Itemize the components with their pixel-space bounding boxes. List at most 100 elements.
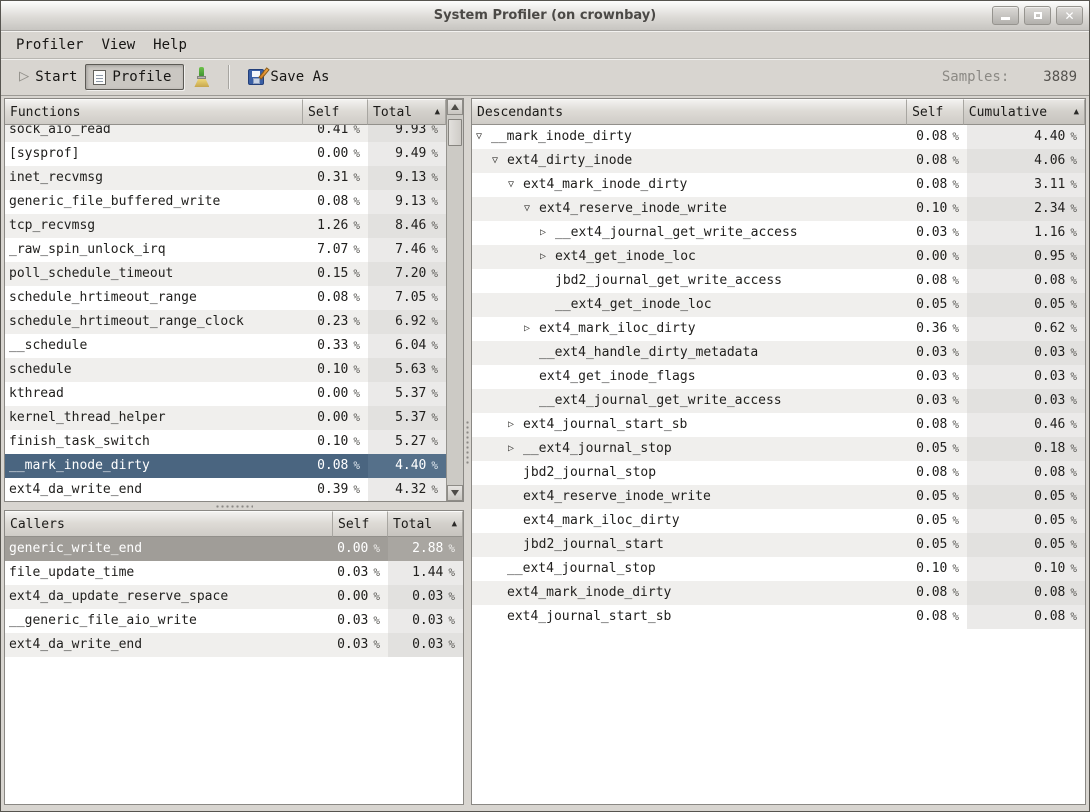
expander-closed-icon[interactable]: ▷: [508, 437, 523, 461]
table-row[interactable]: __mark_inode_dirty0.08%4.40%: [5, 454, 446, 478]
function-name: ext4_journal_start_sb: [507, 605, 671, 629]
table-row[interactable]: ext4_da_write_end0.39%4.32%: [5, 478, 446, 501]
table-row[interactable]: ▷ext4_mark_iloc_dirty0.36%0.62%: [472, 317, 1085, 341]
scrollbar-down-button[interactable]: [447, 485, 463, 501]
table-row[interactable]: schedule_hrtimeout_range0.08%7.05%: [5, 286, 446, 310]
table-row[interactable]: ▷__ext4_journal_get_write_access0.03%1.1…: [472, 221, 1085, 245]
expander-closed-icon[interactable]: ▷: [508, 413, 523, 437]
percent-number: 0.03: [337, 633, 368, 657]
self-value: 0.03%: [910, 341, 967, 365]
total-value: 5.37%: [368, 406, 446, 430]
table-row[interactable]: poll_schedule_timeout0.15%7.20%: [5, 262, 446, 286]
table-row[interactable]: __ext4_get_inode_loc0.05%0.05%: [472, 293, 1085, 317]
column-header-total[interactable]: Total▲: [368, 99, 446, 125]
descendants-rows: ▽__mark_inode_dirty0.08%4.40%▽ext4_dirty…: [472, 125, 1085, 804]
minimize-button[interactable]: [992, 6, 1019, 25]
table-row[interactable]: ext4_journal_start_sb0.08%0.08%: [472, 605, 1085, 629]
table-row[interactable]: jbd2_journal_start0.05%0.05%: [472, 533, 1085, 557]
table-row[interactable]: ext4_get_inode_flags0.03%0.03%: [472, 365, 1085, 389]
table-row[interactable]: generic_file_buffered_write0.08%9.13%: [5, 190, 446, 214]
table-row[interactable]: kernel_thread_helper0.00%5.37%: [5, 406, 446, 430]
percent-number: 0.03: [412, 609, 443, 633]
splitter-grip-icon: [465, 420, 470, 466]
percent-number: 0.95: [1034, 245, 1065, 269]
table-row[interactable]: [sysprof]0.00%9.49%: [5, 142, 446, 166]
table-row[interactable]: __ext4_journal_stop0.10%0.10%: [472, 557, 1085, 581]
table-row[interactable]: ▷ext4_journal_start_sb0.08%0.46%: [472, 413, 1085, 437]
table-row[interactable]: ext4_mark_inode_dirty0.08%0.08%: [472, 581, 1085, 605]
table-row[interactable]: ▽ext4_reserve_inode_write0.10%2.34%: [472, 197, 1085, 221]
table-row[interactable]: sock_aio_read0.41%9.93%: [5, 125, 446, 142]
column-header-descendants[interactable]: Descendants: [472, 99, 907, 125]
table-row[interactable]: _raw_spin_unlock_irq7.07%7.46%: [5, 238, 446, 262]
column-header-self[interactable]: Self: [333, 511, 388, 537]
table-row[interactable]: ext4_da_update_reserve_space0.00%0.03%: [5, 585, 463, 609]
column-header-cumulative[interactable]: Cumulative▲: [964, 99, 1085, 125]
percent-sign: %: [952, 485, 959, 509]
table-row[interactable]: schedule_hrtimeout_range_clock0.23%6.92%: [5, 310, 446, 334]
table-row[interactable]: ▷ext4_get_inode_loc0.00%0.95%: [472, 245, 1085, 269]
profile-toggle-button[interactable]: Profile: [85, 64, 184, 90]
functions-panel: FunctionsSelfTotal▲ sock_aio_read0.41%9.…: [4, 98, 464, 502]
table-row[interactable]: ▽ext4_mark_inode_dirty0.08%3.11%: [472, 173, 1085, 197]
table-row[interactable]: ▷__ext4_journal_stop0.05%0.18%: [472, 437, 1085, 461]
function-name: sock_aio_read: [9, 125, 111, 142]
table-row[interactable]: finish_task_switch0.10%5.27%: [5, 430, 446, 454]
scrollbar-up-button[interactable]: [447, 99, 463, 115]
column-header-self[interactable]: Self: [907, 99, 964, 125]
percent-number: 0.03: [916, 221, 947, 245]
column-header-total[interactable]: Total▲: [388, 511, 463, 537]
table-row[interactable]: file_update_time0.03%1.44%: [5, 561, 463, 585]
maximize-button[interactable]: [1024, 6, 1051, 25]
table-row[interactable]: __ext4_journal_get_write_access0.03%0.03…: [472, 389, 1085, 413]
percent-number: 6.92: [395, 310, 426, 334]
table-row[interactable]: kthread0.00%5.37%: [5, 382, 446, 406]
titlebar[interactable]: System Profiler (on crownbay) ✕: [1, 1, 1089, 31]
table-row[interactable]: tcp_recvmsg1.26%8.46%: [5, 214, 446, 238]
table-row[interactable]: jbd2_journal_stop0.08%0.08%: [472, 461, 1085, 485]
functions-scrollbar[interactable]: [446, 99, 463, 501]
percent-sign: %: [1070, 173, 1077, 197]
table-row[interactable]: ext4_reserve_inode_write0.05%0.05%: [472, 485, 1085, 509]
menu-item-profiler[interactable]: Profiler: [7, 34, 92, 56]
scrollbar-thumb[interactable]: [448, 119, 462, 146]
column-header-self[interactable]: Self: [303, 99, 368, 125]
expander-closed-icon[interactable]: ▷: [540, 245, 555, 269]
horizontal-splitter[interactable]: [4, 502, 464, 510]
table-row[interactable]: __ext4_handle_dirty_metadata0.03%0.03%: [472, 341, 1085, 365]
expander-closed-icon[interactable]: ▷: [540, 221, 555, 245]
start-button[interactable]: ▷ Start: [11, 65, 85, 89]
column-header-callers[interactable]: Callers: [5, 511, 333, 537]
cumulative-value: 1.16%: [967, 221, 1085, 245]
table-row[interactable]: ext4_mark_iloc_dirty0.05%0.05%: [472, 509, 1085, 533]
vertical-splitter[interactable]: [464, 98, 471, 805]
table-row[interactable]: ▽__mark_inode_dirty0.08%4.40%: [472, 125, 1085, 149]
table-row[interactable]: inet_recvmsg0.31%9.13%: [5, 166, 446, 190]
expander-open-icon[interactable]: ▽: [508, 173, 523, 197]
expander-open-icon[interactable]: ▽: [524, 197, 539, 221]
reset-button[interactable]: [184, 63, 218, 91]
table-row[interactable]: __generic_file_aio_write0.03%0.03%: [5, 609, 463, 633]
expander-open-icon[interactable]: ▽: [476, 125, 491, 149]
cumulative-value: 0.05%: [967, 293, 1085, 317]
menu-item-view[interactable]: View: [92, 34, 144, 56]
table-row[interactable]: __schedule0.33%6.04%: [5, 334, 446, 358]
function-name: jbd2_journal_stop: [523, 461, 656, 485]
close-button[interactable]: ✕: [1056, 6, 1083, 25]
expander-open-icon[interactable]: ▽: [492, 149, 507, 173]
function-name-cell: ext4_journal_start_sb: [472, 605, 910, 629]
percent-sign: %: [1070, 293, 1077, 317]
table-row[interactable]: ext4_da_write_end0.03%0.03%: [5, 633, 463, 657]
table-row[interactable]: jbd2_journal_get_write_access0.08%0.08%: [472, 269, 1085, 293]
expander-closed-icon[interactable]: ▷: [524, 317, 539, 341]
table-row[interactable]: generic_write_end0.00%2.88%: [5, 537, 463, 561]
table-row[interactable]: schedule0.10%5.63%: [5, 358, 446, 382]
table-row[interactable]: ▽ext4_dirty_inode0.08%4.06%: [472, 149, 1085, 173]
percent-sign: %: [952, 245, 959, 269]
function-name: ext4_dirty_inode: [507, 149, 632, 173]
menu-item-help[interactable]: Help: [144, 34, 196, 56]
save-as-button[interactable]: Save As: [240, 65, 337, 89]
function-name: inet_recvmsg: [9, 166, 103, 190]
self-value: 1.26%: [303, 214, 368, 238]
column-header-functions[interactable]: Functions: [5, 99, 303, 125]
